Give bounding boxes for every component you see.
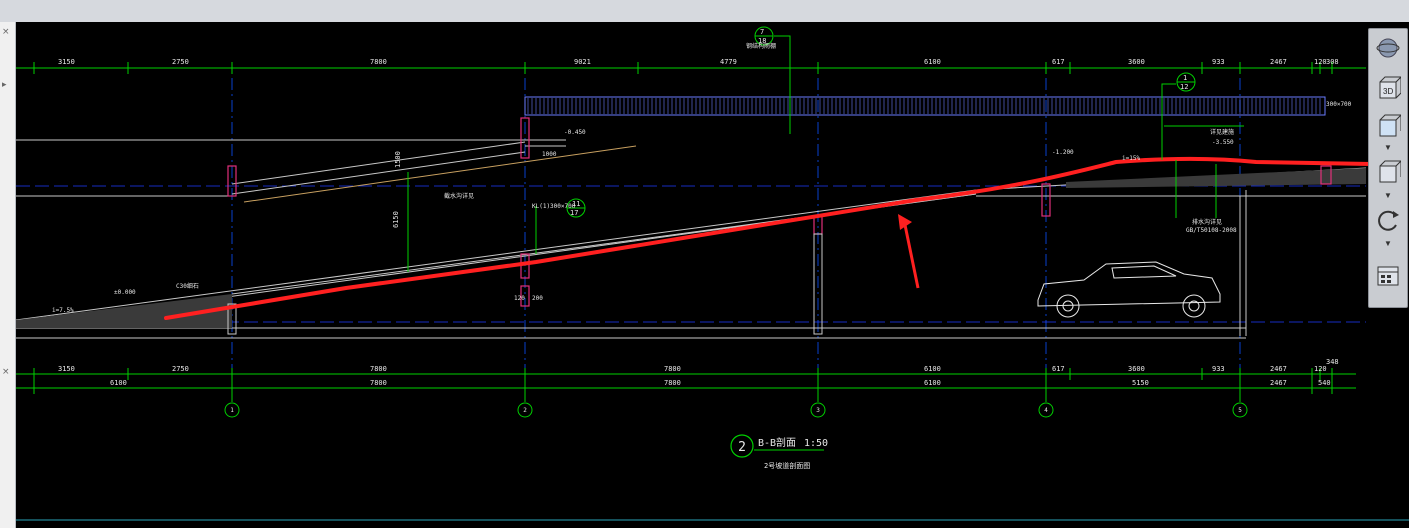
top-dim-text: 6100: [924, 58, 941, 66]
top-dim-text: 2750: [172, 58, 189, 66]
bottom-dim-text: 7800: [664, 379, 681, 387]
svg-text:12: 12: [1180, 83, 1188, 91]
top-dim-text: 933: [1212, 58, 1225, 66]
grid-bubble-label: 5: [1238, 407, 1242, 414]
bottom-dim-text: 6100: [110, 379, 127, 387]
bottom-dim-text: 540: [1318, 379, 1331, 387]
note-label: 排水沟详见: [1192, 218, 1222, 226]
bottom-dim-text: 6100: [924, 365, 941, 373]
elevation-label: ±0.000: [114, 289, 136, 296]
title-scale: 1:50: [804, 438, 828, 449]
show-motion-icon[interactable]: [1373, 261, 1403, 291]
beam-label: 300×700: [1326, 101, 1352, 108]
bottom-dim-text: 348: [1326, 358, 1339, 366]
bottom-dim-text: 3600: [1128, 365, 1145, 373]
grid-axes: [231, 78, 1241, 394]
bottom-dim-text: 933: [1212, 365, 1225, 373]
top-dimension-chain: [16, 62, 1366, 74]
title-number: 2: [738, 440, 746, 455]
grid-bubbles: 1 2 3 4 5: [224, 394, 1248, 418]
svg-text:1: 1: [1183, 74, 1187, 82]
dim-label: 1000: [542, 151, 557, 158]
window-titlebar: [0, 0, 1409, 23]
chevron-down-icon[interactable]: ▼: [1373, 237, 1403, 249]
note-label: GB/T50108-2008: [1186, 227, 1237, 234]
bottom-dim-text: 5150: [1132, 379, 1149, 387]
grid-bubble-label: 2: [523, 407, 527, 414]
top-dim-text: 7800: [370, 58, 387, 66]
chevron-down-icon[interactable]: ▼: [1373, 189, 1403, 201]
expand-arrow-icon[interactable]: ▸: [2, 80, 7, 90]
note-label: 详见建施: [1210, 128, 1234, 136]
note-label: 钢结构雨棚: [746, 42, 776, 50]
steering-wheel-icon[interactable]: [1373, 33, 1403, 63]
front-view-icon[interactable]: [1373, 111, 1403, 141]
top-dim-text: 120: [1314, 58, 1327, 66]
3d-view-icon[interactable]: 3D: [1373, 73, 1403, 103]
dim-label-vertical: 1500: [394, 151, 402, 168]
view-3d-label: 3D: [1383, 87, 1394, 96]
elevation-label: -0.450: [564, 129, 586, 136]
dim-label-vertical: 6150: [392, 211, 400, 228]
callout-right: 1 12: [1176, 72, 1196, 92]
annotation-c30: C30细石: [176, 282, 199, 290]
grid-bubble-label: 1: [230, 407, 234, 414]
note-label: 截水沟详见: [444, 192, 474, 200]
bottom-dim-text: 7800: [370, 365, 387, 373]
close-icon[interactable]: ×: [2, 367, 10, 377]
top-dim-text: 308: [1326, 58, 1339, 66]
bottom-dim-text: 6100: [924, 379, 941, 387]
car-icon: [1037, 261, 1221, 318]
bottom-dim-text: 3150: [58, 365, 75, 373]
top-dim-text: 2467: [1270, 58, 1287, 66]
top-dim-text: 4779: [720, 58, 737, 66]
bottom-dimension-chain: [16, 368, 1356, 394]
slope-label: i=7.5%: [52, 307, 74, 314]
title-text: B-B剖面: [758, 436, 796, 449]
bottom-dim-text: 617: [1052, 365, 1065, 373]
elevation-label: -3.550: [1212, 139, 1234, 146]
cube-view-icon[interactable]: [1373, 157, 1403, 187]
left-panel-strip[interactable]: × ▸ ×: [0, 22, 16, 528]
top-dim-text: 617: [1052, 58, 1065, 66]
bottom-dim-text: 7800: [664, 365, 681, 373]
top-dim-text: 9021: [574, 58, 591, 66]
grid-bubble-label: 4: [1044, 407, 1048, 414]
svg-text:17: 17: [570, 209, 578, 217]
svg-text:7: 7: [760, 28, 764, 36]
dim-label: 120: [514, 295, 525, 302]
chevron-down-icon[interactable]: ▼: [1373, 141, 1403, 153]
top-dim-text: 3600: [1128, 58, 1145, 66]
orbit-icon[interactable]: [1373, 205, 1403, 235]
annotation-leaders: [407, 35, 1244, 272]
dim-label: 200: [532, 295, 543, 302]
drawing-title: 2 B-B剖面 1:50 2号坡道剖面图: [730, 434, 828, 470]
slope-label: i=15%: [1122, 155, 1140, 162]
beam-label: KL(1)300×700: [532, 203, 576, 210]
steel-canopy: [524, 96, 1326, 116]
upper-structure: [16, 139, 637, 203]
bottom-dim-text: 2750: [172, 365, 189, 373]
navigation-bar[interactable]: 3D ▼ ▼ ▼: [1368, 28, 1408, 308]
top-dim-text: 3150: [58, 58, 75, 66]
bottom-dim-text: 2467: [1270, 365, 1287, 373]
gravel-fill: [16, 168, 1366, 328]
section-drawing[interactable]: 3150 2750 7800 9021 4779 6100 617 3600 9…: [16, 22, 1409, 528]
bottom-dim-text: 7800: [370, 379, 387, 387]
close-icon[interactable]: ×: [2, 27, 10, 37]
title-subtitle: 2号坡道剖面图: [764, 461, 810, 470]
elevation-label: -1.200: [1052, 149, 1074, 156]
red-arrow-icon: [898, 214, 920, 289]
grid-bubble-label: 3: [816, 407, 820, 414]
bottom-dim-text: 120: [1314, 365, 1327, 373]
bottom-dim-text: 2467: [1270, 379, 1287, 387]
